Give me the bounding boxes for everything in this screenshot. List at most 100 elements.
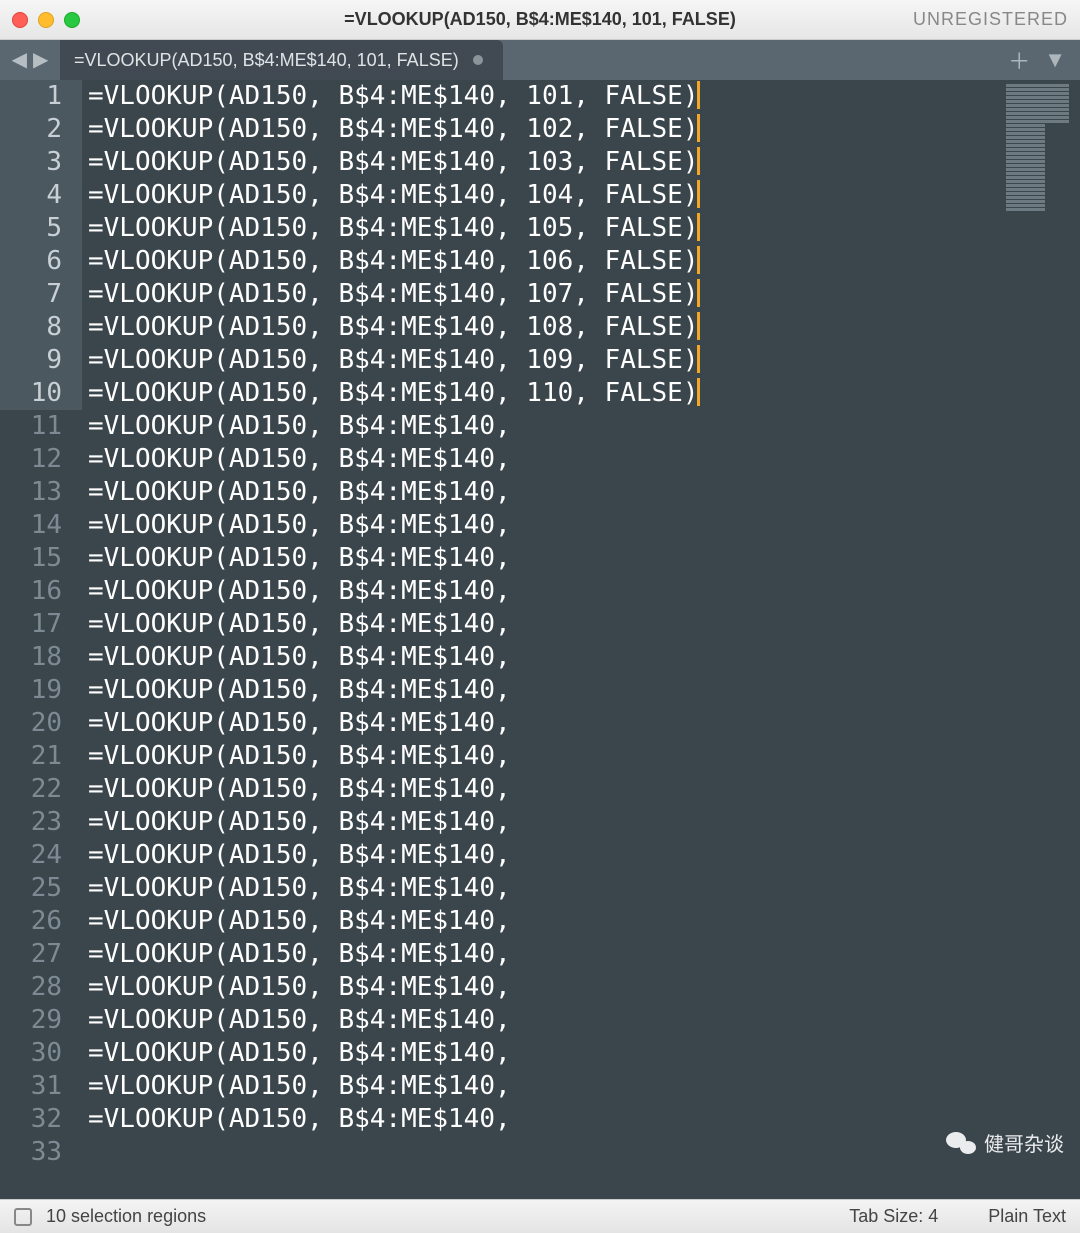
minimap[interactable]	[1006, 84, 1076, 254]
status-bar: 10 selection regions Tab Size: 4 Plain T…	[0, 1199, 1080, 1233]
minimap-row	[1006, 156, 1045, 159]
line-number[interactable]: 13	[0, 476, 82, 509]
line-number[interactable]: 27	[0, 938, 82, 971]
line-number[interactable]: 7	[0, 278, 82, 311]
line-number[interactable]: 23	[0, 806, 82, 839]
line-number[interactable]: 3	[0, 146, 82, 179]
line-number[interactable]: 9	[0, 344, 82, 377]
line-number[interactable]: 4	[0, 179, 82, 212]
minimap-row	[1006, 144, 1045, 147]
minimap-row	[1006, 152, 1045, 155]
minimap-row	[1006, 180, 1045, 183]
traffic-lights	[12, 12, 80, 28]
code-line[interactable]: =VLOOKUP(AD150, B$4:ME$140,	[82, 608, 1080, 641]
panel-switcher-icon[interactable]	[14, 1208, 32, 1226]
code-line[interactable]: =VLOOKUP(AD150, B$4:ME$140,	[82, 674, 1080, 707]
history-forward-icon[interactable]: ▶	[33, 50, 48, 70]
code-line[interactable]: =VLOOKUP(AD150, B$4:ME$140,	[82, 740, 1080, 773]
code-line[interactable]: =VLOOKUP(AD150, B$4:ME$140, 105, FALSE)	[82, 212, 1080, 245]
line-number[interactable]: 15	[0, 542, 82, 575]
selection-status[interactable]: 10 selection regions	[46, 1206, 206, 1227]
line-number[interactable]: 29	[0, 1004, 82, 1037]
code-line[interactable]: =VLOOKUP(AD150, B$4:ME$140, 101, FALSE)	[82, 80, 1080, 113]
code-line[interactable]: =VLOOKUP(AD150, B$4:ME$140,	[82, 476, 1080, 509]
cursor-icon	[697, 81, 700, 109]
code-line[interactable]: =VLOOKUP(AD150, B$4:ME$140,	[82, 1004, 1080, 1037]
maximize-window-button[interactable]	[64, 12, 80, 28]
line-number[interactable]: 17	[0, 608, 82, 641]
line-number[interactable]: 1	[0, 80, 82, 113]
line-number[interactable]: 22	[0, 773, 82, 806]
line-number[interactable]: 6	[0, 245, 82, 278]
code-line[interactable]: =VLOOKUP(AD150, B$4:ME$140,	[82, 509, 1080, 542]
code-line[interactable]: =VLOOKUP(AD150, B$4:ME$140,	[82, 641, 1080, 674]
new-tab-icon[interactable]: ＋	[1008, 44, 1030, 76]
minimap-row	[1006, 108, 1069, 111]
file-tab[interactable]: =VLOOKUP(AD150, B$4:ME$140, 101, FALSE)	[60, 40, 503, 80]
code-line[interactable]: =VLOOKUP(AD150, B$4:ME$140,	[82, 971, 1080, 1004]
code-line[interactable]: =VLOOKUP(AD150, B$4:ME$140, 110, FALSE)	[82, 377, 1080, 410]
line-number[interactable]: 24	[0, 839, 82, 872]
line-number[interactable]: 14	[0, 509, 82, 542]
code-line[interactable]	[82, 1136, 1080, 1169]
tab-size-status[interactable]: Tab Size: 4	[849, 1206, 938, 1227]
line-number[interactable]: 10	[0, 377, 82, 410]
line-number[interactable]: 5	[0, 212, 82, 245]
minimap-row	[1006, 92, 1069, 95]
line-number[interactable]: 18	[0, 641, 82, 674]
cursor-icon	[697, 213, 700, 241]
line-number[interactable]: 30	[0, 1037, 82, 1070]
code-line[interactable]: =VLOOKUP(AD150, B$4:ME$140,	[82, 872, 1080, 905]
code-line[interactable]: =VLOOKUP(AD150, B$4:ME$140,	[82, 443, 1080, 476]
code-line[interactable]: =VLOOKUP(AD150, B$4:ME$140,	[82, 410, 1080, 443]
line-number[interactable]: 33	[0, 1136, 82, 1169]
cursor-icon	[697, 246, 700, 274]
code-line[interactable]: =VLOOKUP(AD150, B$4:ME$140,	[82, 575, 1080, 608]
syntax-status[interactable]: Plain Text	[988, 1206, 1066, 1227]
line-number[interactable]: 12	[0, 443, 82, 476]
editor-area[interactable]: 1234567891011121314151617181920212223242…	[0, 80, 1080, 1199]
code-line[interactable]: =VLOOKUP(AD150, B$4:ME$140,	[82, 905, 1080, 938]
dirty-indicator-icon	[473, 55, 483, 65]
code-line[interactable]: =VLOOKUP(AD150, B$4:ME$140, 107, FALSE)	[82, 278, 1080, 311]
close-window-button[interactable]	[12, 12, 28, 28]
line-number-gutter[interactable]: 1234567891011121314151617181920212223242…	[0, 80, 82, 1199]
line-number[interactable]: 21	[0, 740, 82, 773]
line-number[interactable]: 8	[0, 311, 82, 344]
line-number[interactable]: 32	[0, 1103, 82, 1136]
code-line[interactable]: =VLOOKUP(AD150, B$4:ME$140,	[82, 938, 1080, 971]
code-line[interactable]: =VLOOKUP(AD150, B$4:ME$140,	[82, 707, 1080, 740]
code-line[interactable]: =VLOOKUP(AD150, B$4:ME$140,	[82, 806, 1080, 839]
line-number[interactable]: 19	[0, 674, 82, 707]
code-line[interactable]: =VLOOKUP(AD150, B$4:ME$140, 103, FALSE)	[82, 146, 1080, 179]
code-line[interactable]: =VLOOKUP(AD150, B$4:ME$140, 109, FALSE)	[82, 344, 1080, 377]
line-number[interactable]: 20	[0, 707, 82, 740]
line-number[interactable]: 31	[0, 1070, 82, 1103]
code-line[interactable]: =VLOOKUP(AD150, B$4:ME$140,	[82, 542, 1080, 575]
tab-dropdown-icon[interactable]: ▼	[1044, 47, 1066, 73]
minimap-row	[1006, 140, 1045, 143]
line-number[interactable]: 16	[0, 575, 82, 608]
minimap-row	[1006, 208, 1045, 211]
line-number[interactable]: 2	[0, 113, 82, 146]
line-number[interactable]: 25	[0, 872, 82, 905]
registration-status[interactable]: UNREGISTERED	[913, 9, 1068, 30]
code-line[interactable]: =VLOOKUP(AD150, B$4:ME$140,	[82, 1070, 1080, 1103]
code-line[interactable]: =VLOOKUP(AD150, B$4:ME$140,	[82, 1103, 1080, 1136]
line-number[interactable]: 11	[0, 410, 82, 443]
code-line[interactable]: =VLOOKUP(AD150, B$4:ME$140, 104, FALSE)	[82, 179, 1080, 212]
minimap-row	[1006, 196, 1045, 199]
code-line[interactable]: =VLOOKUP(AD150, B$4:ME$140, 102, FALSE)	[82, 113, 1080, 146]
code-line[interactable]: =VLOOKUP(AD150, B$4:ME$140,	[82, 773, 1080, 806]
code-content[interactable]: =VLOOKUP(AD150, B$4:ME$140, 101, FALSE)=…	[82, 80, 1080, 1199]
history-back-icon[interactable]: ◀	[12, 50, 27, 70]
code-line[interactable]: =VLOOKUP(AD150, B$4:ME$140,	[82, 839, 1080, 872]
line-number[interactable]: 28	[0, 971, 82, 1004]
line-number[interactable]: 26	[0, 905, 82, 938]
minimap-row	[1006, 96, 1069, 99]
code-line[interactable]: =VLOOKUP(AD150, B$4:ME$140, 106, FALSE)	[82, 245, 1080, 278]
minimap-row	[1006, 112, 1069, 115]
minimize-window-button[interactable]	[38, 12, 54, 28]
code-line[interactable]: =VLOOKUP(AD150, B$4:ME$140, 108, FALSE)	[82, 311, 1080, 344]
code-line[interactable]: =VLOOKUP(AD150, B$4:ME$140,	[82, 1037, 1080, 1070]
